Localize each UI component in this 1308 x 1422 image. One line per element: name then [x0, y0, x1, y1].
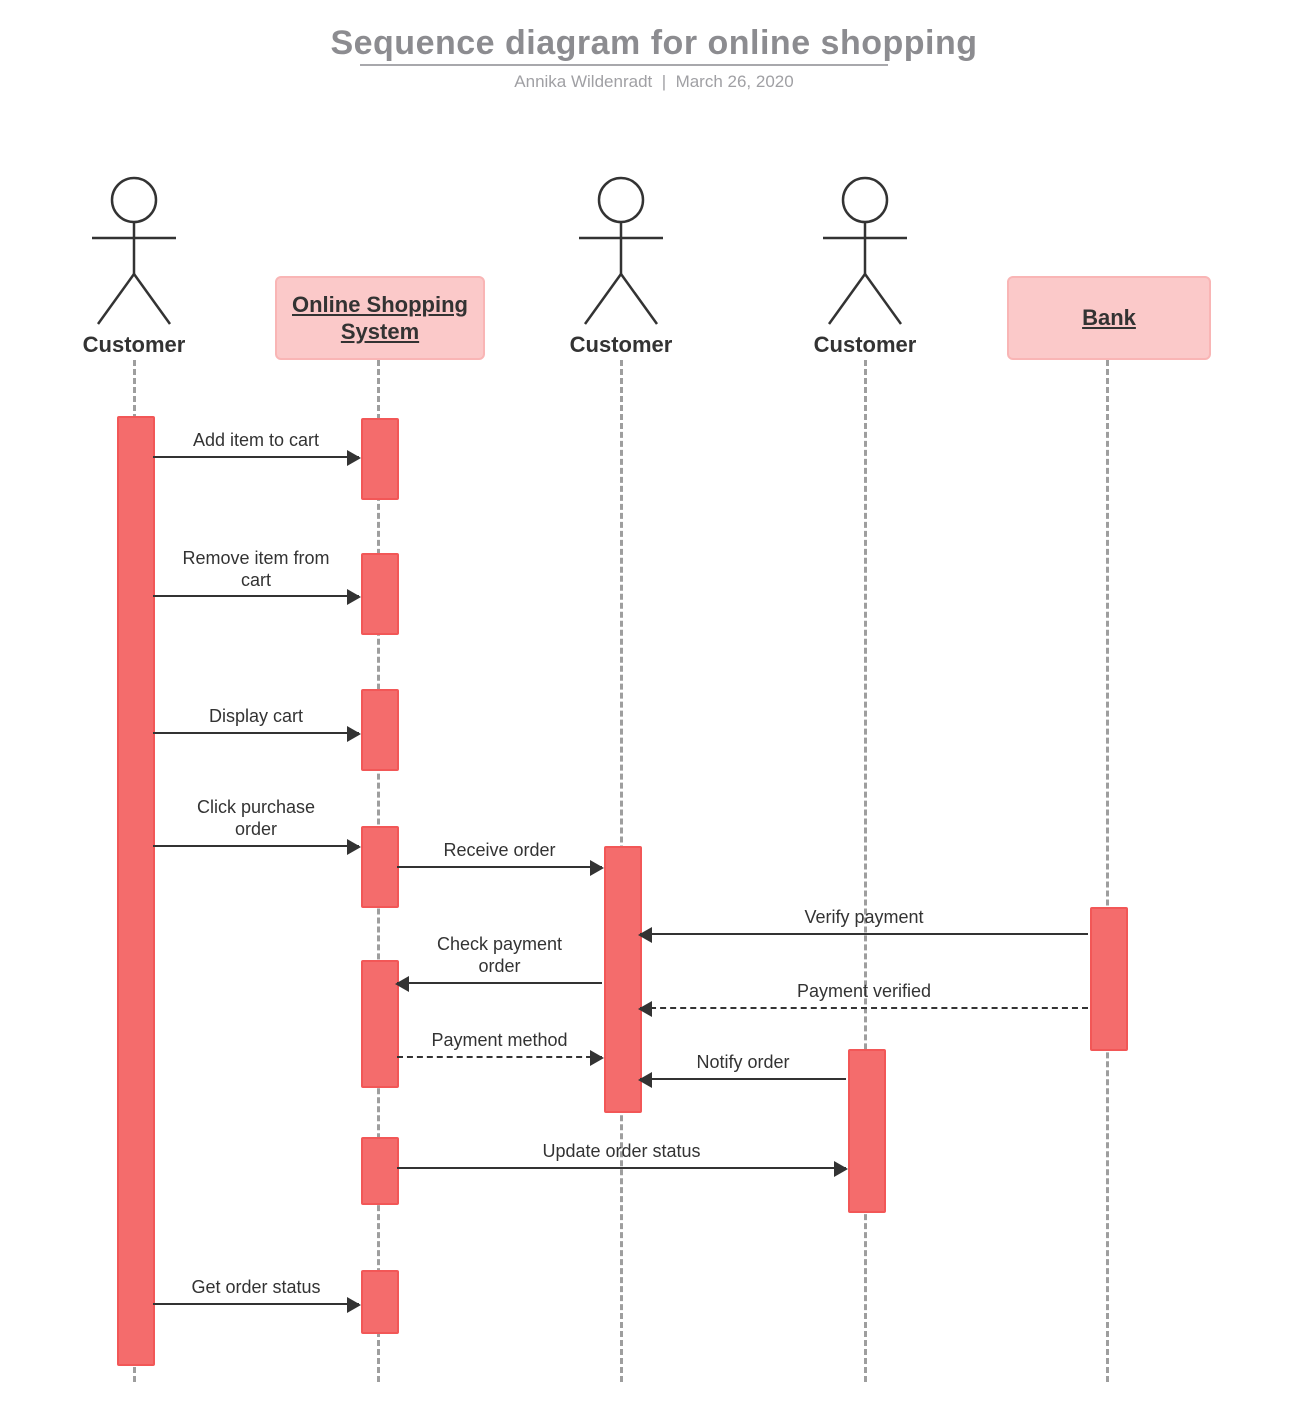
message-label-10: Update order status [397, 1141, 846, 1163]
activation-system-7 [361, 960, 399, 1088]
message-arrow-1 [153, 595, 359, 597]
participant-system-label: Online Shopping System [277, 291, 483, 346]
message-arrow-7 [640, 1007, 1088, 1009]
diagram-date: March 26, 2020 [676, 72, 794, 91]
activation-system-4 [361, 826, 399, 908]
activation-order-5 [604, 846, 642, 1113]
activation-bank-6 [1090, 907, 1128, 1051]
actor-stock-label: Customer [805, 332, 925, 358]
message-label-9: Notify order [640, 1052, 846, 1074]
message-arrow-0 [153, 456, 359, 458]
message-arrow-11 [153, 1303, 359, 1305]
actor-customer: Customer [74, 176, 194, 358]
message-label-8: Payment method [397, 1030, 602, 1052]
lifeline-bank [1106, 360, 1109, 1382]
diagram-subtitle: Annika Wildenradt | March 26, 2020 [0, 72, 1308, 92]
message-label-0: Add item to cart [153, 430, 359, 452]
message-arrow-4 [397, 866, 602, 868]
title-rule [360, 64, 888, 66]
message-arrow-10 [397, 1167, 846, 1169]
activation-stock-8 [848, 1049, 886, 1213]
message-arrow-2 [153, 732, 359, 734]
message-arrow-5 [640, 933, 1088, 935]
message-label-7: Payment verified [640, 981, 1088, 1003]
actor-stock: Customer [805, 176, 925, 358]
message-label-5: Verify payment [640, 907, 1088, 929]
actor-order-label: Customer [561, 332, 681, 358]
lifeline-stock [864, 360, 867, 1382]
message-label-3: Click purchase order [181, 797, 331, 840]
message-arrow-8 [397, 1056, 602, 1058]
activation-system-9 [361, 1137, 399, 1205]
author-name: Annika Wildenradt [514, 72, 652, 91]
activation-system-3 [361, 689, 399, 771]
actor-order: Customer [561, 176, 681, 358]
message-arrow-9 [640, 1078, 846, 1080]
participant-bank: Bank [1007, 276, 1211, 360]
activation-customer-0 [117, 416, 155, 1366]
participant-bank-label: Bank [1082, 304, 1136, 332]
activation-system-1 [361, 418, 399, 500]
message-label-4: Receive order [397, 840, 602, 862]
participant-online-shopping-system: Online Shopping System [275, 276, 485, 360]
message-label-6: Check payment order [425, 934, 575, 977]
message-arrow-6 [397, 982, 602, 984]
message-arrow-3 [153, 845, 359, 847]
actor-customer-label: Customer [74, 332, 194, 358]
activation-system-2 [361, 553, 399, 635]
message-label-11: Get order status [153, 1277, 359, 1299]
diagram-title: Sequence diagram for online shopping [0, 24, 1308, 63]
message-label-1: Remove item from cart [181, 548, 331, 591]
message-label-2: Display cart [153, 706, 359, 728]
activation-system-10 [361, 1270, 399, 1334]
